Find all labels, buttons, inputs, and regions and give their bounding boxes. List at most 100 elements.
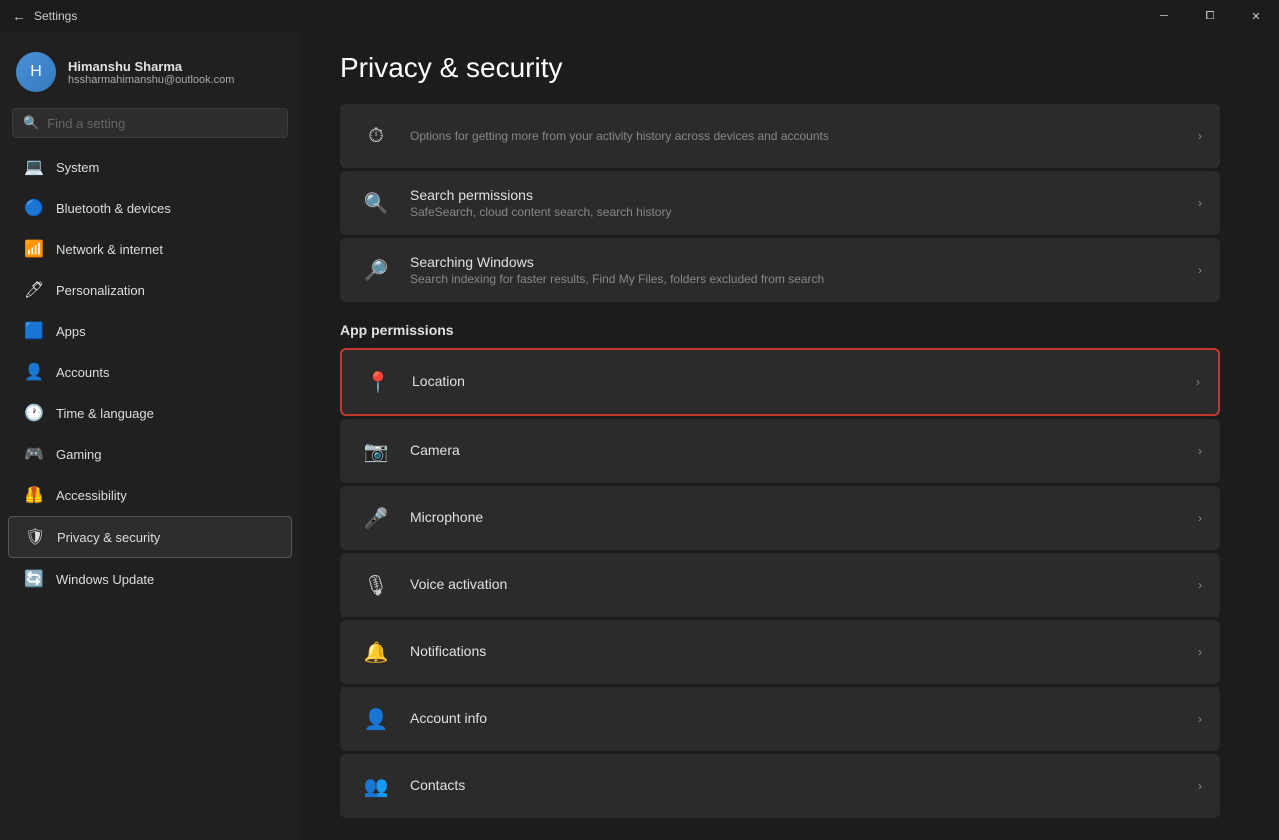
- sidebar-item-accessibility[interactable]: 🦺 Accessibility: [8, 475, 292, 515]
- user-email: hssharmahimanshu@outlook.com: [68, 74, 234, 86]
- perm-chevron-voice-activation: ›: [1198, 578, 1202, 592]
- nav-label-accounts: Accounts: [56, 365, 109, 380]
- perm-chevron-microphone: ›: [1198, 511, 1202, 525]
- perm-text-contacts: Contacts: [410, 777, 1186, 795]
- permission-row-microphone[interactable]: 🎤 Microphone ›: [340, 486, 1220, 550]
- settings-row-search-permissions[interactable]: 🔍 Search permissions SafeSearch, cloud c…: [340, 171, 1220, 235]
- nav-label-windows-update: Windows Update: [56, 572, 154, 587]
- nav-label-time: Time & language: [56, 406, 154, 421]
- nav-icon-system: 💻: [24, 157, 44, 177]
- nav-label-personalization: Personalization: [56, 283, 145, 298]
- nav-icon-bluetooth: 🔵: [24, 198, 44, 218]
- nav-icon-apps: 🟦: [24, 321, 44, 341]
- sidebar-item-system[interactable]: 💻 System: [8, 147, 292, 187]
- sidebar-item-privacy[interactable]: 🛡 Privacy & security: [8, 516, 292, 558]
- perm-text-voice-activation: Voice activation: [410, 576, 1186, 594]
- nav-label-bluetooth: Bluetooth & devices: [56, 201, 171, 216]
- nav-icon-accounts: 👤: [24, 362, 44, 382]
- permission-rows: 📍 Location › 📷 Camera › 🎤 Microphone › 🎙…: [340, 348, 1220, 818]
- main-content: Privacy & security ⏱ Options for getting…: [300, 32, 1279, 840]
- permission-row-notifications[interactable]: 🔔 Notifications ›: [340, 620, 1220, 684]
- row-subtitle-activity-history: Options for getting more from your activ…: [410, 129, 1186, 143]
- sidebar-item-windows-update[interactable]: 🔄 Windows Update: [8, 559, 292, 599]
- perm-chevron-account-info: ›: [1198, 712, 1202, 726]
- perm-text-camera: Camera: [410, 442, 1186, 460]
- nav-list: 💻 System 🔵 Bluetooth & devices 📶 Network…: [0, 146, 300, 600]
- perm-title-location: Location: [412, 373, 1184, 389]
- above-rows: ⏱ Options for getting more from your act…: [340, 104, 1220, 302]
- perm-icon-voice-activation: 🎙: [358, 567, 394, 603]
- perm-chevron-camera: ›: [1198, 444, 1202, 458]
- nav-label-apps: Apps: [56, 324, 86, 339]
- perm-title-voice-activation: Voice activation: [410, 576, 1186, 592]
- user-section[interactable]: H Himanshu Sharma hssharmahimanshu@outlo…: [0, 40, 300, 108]
- back-button[interactable]: ←: [12, 8, 26, 24]
- search-box[interactable]: 🔍: [12, 108, 288, 138]
- maximize-button[interactable]: ⧠: [1187, 0, 1233, 32]
- permission-row-contacts[interactable]: 👥 Contacts ›: [340, 754, 1220, 818]
- permission-row-voice-activation[interactable]: 🎙 Voice activation ›: [340, 553, 1220, 617]
- sidebar-item-personalization[interactable]: 🖊 Personalization: [8, 270, 292, 310]
- sidebar-item-apps[interactable]: 🟦 Apps: [8, 311, 292, 351]
- nav-icon-gaming: 🎮: [24, 444, 44, 464]
- nav-label-network: Network & internet: [56, 242, 163, 257]
- settings-row-activity-history[interactable]: ⏱ Options for getting more from your act…: [340, 104, 1220, 168]
- minimize-button[interactable]: ─: [1141, 0, 1187, 32]
- nav-label-system: System: [56, 160, 99, 175]
- row-title-search-permissions: Search permissions: [410, 187, 1186, 203]
- perm-text-account-info: Account info: [410, 710, 1186, 728]
- perm-text-microphone: Microphone: [410, 509, 1186, 527]
- perm-title-microphone: Microphone: [410, 509, 1186, 525]
- close-button[interactable]: ✕: [1233, 0, 1279, 32]
- search-icon: 🔍: [23, 115, 39, 131]
- nav-icon-personalization: 🖊: [24, 280, 44, 300]
- row-subtitle-search-permissions: SafeSearch, cloud content search, search…: [410, 205, 1186, 219]
- perm-chevron-location: ›: [1196, 375, 1200, 389]
- titlebar: ← Settings ─ ⧠ ✕: [0, 0, 1279, 32]
- sidebar-item-gaming[interactable]: 🎮 Gaming: [8, 434, 292, 474]
- perm-icon-account-info: 👤: [358, 701, 394, 737]
- perm-chevron-contacts: ›: [1198, 779, 1202, 793]
- nav-label-privacy: Privacy & security: [57, 530, 160, 545]
- row-icon-activity-history: ⏱: [358, 118, 394, 154]
- user-info: Himanshu Sharma hssharmahimanshu@outlook…: [68, 59, 234, 86]
- nav-label-accessibility: Accessibility: [56, 488, 127, 503]
- perm-icon-microphone: 🎤: [358, 500, 394, 536]
- permission-row-camera[interactable]: 📷 Camera ›: [340, 419, 1220, 483]
- row-title-searching-windows: Searching Windows: [410, 254, 1186, 270]
- chevron-icon-searching-windows: ›: [1198, 263, 1202, 277]
- sidebar-item-network[interactable]: 📶 Network & internet: [8, 229, 292, 269]
- row-icon-searching-windows: 🔎: [358, 252, 394, 288]
- search-input[interactable]: [47, 116, 277, 131]
- settings-row-searching-windows[interactable]: 🔎 Searching Windows Search indexing for …: [340, 238, 1220, 302]
- perm-icon-camera: 📷: [358, 433, 394, 469]
- row-text-activity-history: Options for getting more from your activ…: [410, 129, 1186, 143]
- perm-title-contacts: Contacts: [410, 777, 1186, 793]
- nav-icon-network: 📶: [24, 239, 44, 259]
- sidebar-item-bluetooth[interactable]: 🔵 Bluetooth & devices: [8, 188, 292, 228]
- chevron-icon-search-permissions: ›: [1198, 196, 1202, 210]
- perm-text-location: Location: [412, 373, 1184, 391]
- perm-icon-contacts: 👥: [358, 768, 394, 804]
- permission-row-location[interactable]: 📍 Location ›: [340, 348, 1220, 416]
- app-permissions-header: App permissions: [340, 322, 1220, 338]
- perm-text-notifications: Notifications: [410, 643, 1186, 661]
- perm-icon-location: 📍: [360, 364, 396, 400]
- sidebar-item-time[interactable]: 🕐 Time & language: [8, 393, 292, 433]
- row-text-search-permissions: Search permissions SafeSearch, cloud con…: [410, 187, 1186, 219]
- window-controls: ─ ⧠ ✕: [1141, 0, 1279, 32]
- perm-icon-notifications: 🔔: [358, 634, 394, 670]
- avatar: H: [16, 52, 56, 92]
- sidebar-item-accounts[interactable]: 👤 Accounts: [8, 352, 292, 392]
- user-name: Himanshu Sharma: [68, 59, 234, 74]
- nav-icon-windows-update: 🔄: [24, 569, 44, 589]
- permission-row-account-info[interactable]: 👤 Account info ›: [340, 687, 1220, 751]
- row-text-searching-windows: Searching Windows Search indexing for fa…: [410, 254, 1186, 286]
- perm-title-camera: Camera: [410, 442, 1186, 458]
- chevron-icon-activity-history: ›: [1198, 129, 1202, 143]
- perm-title-notifications: Notifications: [410, 643, 1186, 659]
- row-icon-search-permissions: 🔍: [358, 185, 394, 221]
- nav-icon-time: 🕐: [24, 403, 44, 423]
- nav-icon-privacy: 🛡: [25, 527, 45, 547]
- perm-chevron-notifications: ›: [1198, 645, 1202, 659]
